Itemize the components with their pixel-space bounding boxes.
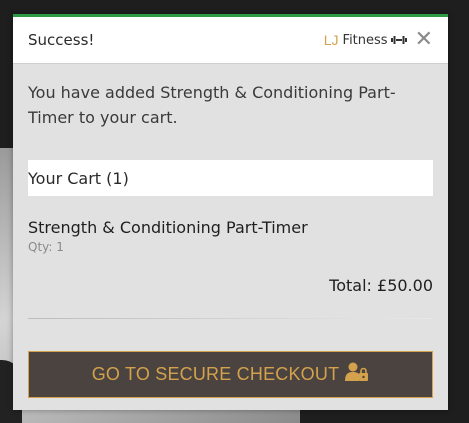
modal-header: Success! LJ Fitness ✕ — [13, 17, 448, 64]
cart-total: Total: £50.00 — [329, 276, 433, 295]
add-to-cart-modal: Success! LJ Fitness ✕ You have added Str… — [13, 14, 448, 410]
brand-name: Fitness — [342, 32, 388, 48]
item-quantity: Qty: 1 — [28, 240, 64, 254]
brand-prefix: LJ — [323, 32, 339, 48]
divider — [28, 318, 433, 319]
checkout-label: GO TO SECURE CHECKOUT — [91, 364, 340, 384]
dumbbell-icon — [390, 35, 407, 45]
close-icon[interactable]: ✕ — [415, 29, 433, 51]
user-lock-icon — [345, 362, 369, 387]
brand-logo: LJ Fitness — [324, 32, 407, 48]
header-right: LJ Fitness ✕ — [324, 29, 433, 51]
added-message: You have added Strength & Conditioning P… — [28, 83, 396, 127]
modal-title: Success! — [28, 31, 95, 49]
cart-summary-header: Your Cart (1) — [28, 160, 433, 196]
cart-item: Strength & Conditioning Part-Timer Qty: … — [13, 196, 448, 254]
secure-checkout-button[interactable]: GO TO SECURE CHECKOUT — [28, 351, 433, 398]
item-name: Strength & Conditioning Part-Timer — [28, 218, 308, 237]
cart-count-label: Your Cart (1) — [28, 168, 129, 188]
